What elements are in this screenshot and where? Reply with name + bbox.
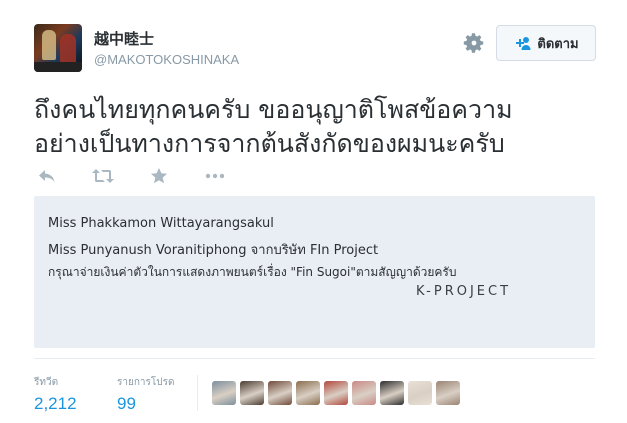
retweet-count[interactable]: รีทวีต 2,212 bbox=[34, 375, 77, 414]
tweet-text-line-1: ถึงคนไทยทุกคนครับ ขออนุญาติโพสข้อความ bbox=[34, 95, 513, 124]
favorite-count-value: 99 bbox=[117, 394, 136, 413]
more-button[interactable] bbox=[204, 167, 226, 185]
tweet-text-line-2: อย่างเป็นทางการจากต้นสังกัดของผมนะครับ bbox=[34, 129, 505, 158]
retweet-count-value: 2,212 bbox=[34, 394, 77, 413]
user-display-name[interactable]: 越中睦士 bbox=[94, 28, 154, 49]
star-icon bbox=[151, 168, 167, 184]
favoriter-avatar[interactable] bbox=[324, 381, 348, 405]
user-handle[interactable]: @MAKOTOKOSHINAKA bbox=[94, 52, 239, 67]
favorite-count-label: รายการโปรด bbox=[117, 377, 175, 388]
image-text-line-2: Miss Punyanush Voranitiphong จากบริษัท F… bbox=[48, 243, 379, 258]
favoriter-avatar[interactable] bbox=[296, 381, 320, 405]
avatar-floor bbox=[34, 62, 82, 72]
favoriter-avatars bbox=[212, 381, 460, 405]
avatar-figure-1 bbox=[42, 30, 56, 60]
tweet-actions bbox=[36, 165, 260, 187]
tweet-text: ถึงคนไทยทุกคนครับ ขออนุญาติโพสข้อความ อย… bbox=[34, 93, 594, 161]
favoriter-avatar[interactable] bbox=[240, 381, 264, 405]
stats-separator bbox=[197, 375, 198, 411]
stats-divider bbox=[34, 358, 595, 359]
retweet-icon bbox=[92, 169, 114, 183]
image-text-line-3: กรุณาจ่ายเงินค่าตัวในการแสดงภาพยนตร์เรื่… bbox=[48, 265, 457, 279]
retweet-button[interactable] bbox=[92, 167, 114, 185]
tweet-image[interactable]: Miss Phakkamon Wittayarangsakul Miss Pun… bbox=[34, 196, 595, 348]
retweet-count-label: รีทวีต bbox=[34, 377, 59, 388]
image-signature: K-PROJECT bbox=[416, 284, 512, 299]
favoriter-avatar[interactable] bbox=[380, 381, 404, 405]
favoriter-avatar[interactable] bbox=[352, 381, 376, 405]
favorite-button[interactable] bbox=[148, 167, 170, 185]
follow-button-label: ติดตาม bbox=[537, 35, 579, 51]
user-avatar[interactable] bbox=[34, 24, 82, 72]
favoriter-avatar[interactable] bbox=[212, 381, 236, 405]
favoriter-avatar[interactable] bbox=[408, 381, 432, 405]
favoriter-avatar[interactable] bbox=[268, 381, 292, 405]
more-icon bbox=[205, 173, 225, 179]
tweet-header: 越中睦士 @MAKOTOKOSHINAKA ติดตาม bbox=[34, 24, 596, 74]
add-user-icon bbox=[516, 37, 531, 50]
follow-button[interactable]: ติดตาม bbox=[496, 25, 596, 61]
reply-button[interactable] bbox=[36, 167, 58, 185]
reply-icon bbox=[39, 170, 55, 182]
gear-icon[interactable] bbox=[462, 31, 486, 55]
favoriter-avatar[interactable] bbox=[436, 381, 460, 405]
favorite-count[interactable]: รายการโปรด 99 bbox=[117, 375, 174, 414]
image-text-line-1: Miss Phakkamon Wittayarangsakul bbox=[48, 216, 274, 231]
